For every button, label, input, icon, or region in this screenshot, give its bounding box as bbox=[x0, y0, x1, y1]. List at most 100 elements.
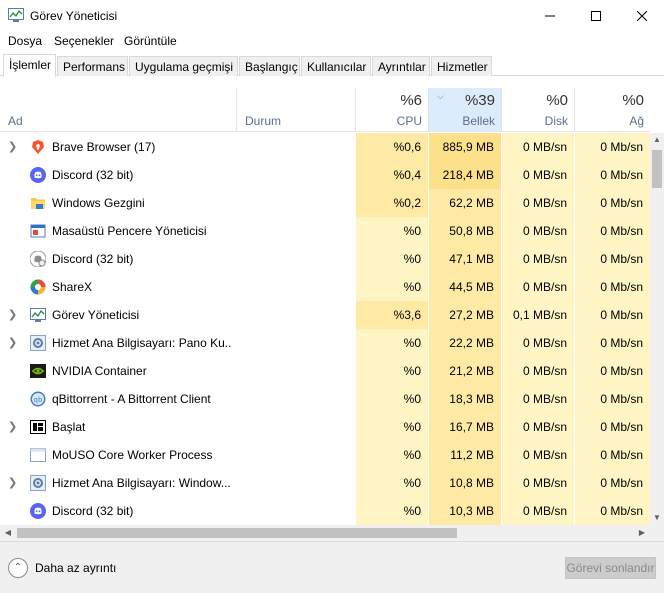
service-host-icon bbox=[30, 475, 46, 491]
process-row[interactable]: ❯ Hizmet Ana Bilgisayarı: Window... %0 10,8… bbox=[0, 469, 650, 497]
close-button[interactable] bbox=[619, 0, 664, 31]
minimize-button[interactable] bbox=[527, 0, 573, 31]
process-status bbox=[237, 469, 355, 497]
window-title: Görev Yöneticisi bbox=[30, 9, 118, 23]
process-disk: 0 MB/sn bbox=[502, 497, 574, 525]
folder-icon bbox=[30, 195, 46, 211]
process-status bbox=[237, 497, 355, 525]
tab-startup[interactable]: Başlangıç bbox=[239, 56, 300, 76]
process-network: 0 Mb/sn bbox=[575, 441, 650, 469]
process-row[interactable]: qb qBittorrent - A Bittorrent Client %0 18,… bbox=[0, 385, 650, 413]
process-network: 0 Mb/sn bbox=[575, 217, 650, 245]
process-network: 0 Mb/sn bbox=[575, 245, 650, 273]
chevron-right-icon[interactable]: ❯ bbox=[8, 329, 17, 357]
process-status bbox=[237, 245, 355, 273]
process-disk: 0 MB/sn bbox=[502, 385, 574, 413]
process-cpu: %0,6 bbox=[356, 133, 428, 161]
scroll-right-icon[interactable]: ▶ bbox=[634, 525, 650, 541]
tab-processes[interactable]: İşlemler bbox=[3, 54, 56, 77]
menu-options[interactable]: Seçenekler bbox=[54, 34, 114, 48]
nvidia-icon bbox=[30, 363, 46, 379]
process-disk: 0 MB/sn bbox=[502, 133, 574, 161]
column-cpu[interactable]: %6 CPU bbox=[356, 88, 428, 132]
process-network: 0 Mb/sn bbox=[575, 133, 650, 161]
column-status[interactable]: Durum bbox=[237, 88, 355, 132]
process-row[interactable]: ❯ Görev Yöneticisi %3,6 27,2 MB 0,1 MB/sn 0 M… bbox=[0, 301, 650, 329]
column-disk[interactable]: %0 Disk bbox=[502, 88, 574, 132]
maximize-button[interactable] bbox=[573, 0, 619, 31]
process-cpu: %0,4 bbox=[356, 161, 428, 189]
process-cpu: %0 bbox=[356, 217, 428, 245]
process-status bbox=[237, 413, 355, 441]
process-row[interactable]: Windows Gezgini %0,2 62,2 MB 0 MB/sn 0 Mb/sn bbox=[0, 189, 650, 217]
process-disk: 0 MB/sn bbox=[502, 161, 574, 189]
process-cpu: %0 bbox=[356, 385, 428, 413]
process-row[interactable]: Masaüstü Pencere Yöneticisi %0 50,8 MB 0 MB… bbox=[0, 217, 650, 245]
process-row[interactable]: ❯ Hizmet Ana Bilgisayarı: Pano Ku... %0 22,… bbox=[0, 329, 650, 357]
process-status bbox=[237, 329, 355, 357]
process-name: Görev Yöneticisi bbox=[52, 308, 140, 322]
sharex-icon bbox=[30, 279, 46, 295]
column-name[interactable]: Ad bbox=[0, 88, 236, 132]
scroll-up-icon[interactable]: ▲ bbox=[650, 133, 664, 147]
tab-performance[interactable]: Performans bbox=[57, 56, 128, 76]
sort-descending-icon: ⌵ bbox=[437, 91, 444, 101]
process-row[interactable]: ❯ Başlat %0 16,7 MB 0 MB/sn 0 Mb/sn bbox=[0, 413, 650, 441]
tab-app-history[interactable]: Uygulama geçmişi bbox=[129, 56, 238, 76]
scroll-left-icon[interactable]: ◀ bbox=[0, 525, 16, 541]
qbittorrent-icon: qb bbox=[30, 391, 46, 407]
process-memory: 218,4 MB bbox=[429, 161, 501, 189]
vertical-scroll-thumb[interactable] bbox=[652, 150, 662, 188]
process-memory: 50,8 MB bbox=[429, 217, 501, 245]
process-status bbox=[237, 161, 355, 189]
process-status bbox=[237, 273, 355, 301]
process-row[interactable]: ShareX %0 44,5 MB 0 MB/sn 0 Mb/sn bbox=[0, 273, 650, 301]
process-row[interactable]: Discord (32 bit) %0 47,1 MB 0 MB/sn 0 Mb/sn bbox=[0, 245, 650, 273]
process-row[interactable]: MoUSO Core Worker Process %0 11,2 MB 0 MB/s… bbox=[0, 441, 650, 469]
menu-bar: Dosya Seçenekler Görüntüle bbox=[0, 31, 664, 51]
generic-app-icon bbox=[30, 447, 46, 463]
process-list: ❯ Brave Browser (17) %0,6 885,9 MB 0 MB/sn 0 … bbox=[0, 133, 650, 525]
process-cpu: %0 bbox=[356, 413, 428, 441]
process-memory: 885,9 MB bbox=[429, 133, 501, 161]
scroll-down-icon[interactable]: ▼ bbox=[650, 511, 664, 525]
process-row[interactable]: NVIDIA Container %0 21,2 MB 0 MB/sn 0 Mb/sn bbox=[0, 357, 650, 385]
process-row[interactable]: Discord (32 bit) %0,4 218,4 MB 0 MB/sn 0 Mb/… bbox=[0, 161, 650, 189]
process-cpu: %0 bbox=[356, 469, 428, 497]
process-disk: 0 MB/sn bbox=[502, 329, 574, 357]
service-host-icon bbox=[30, 335, 46, 351]
menu-file[interactable]: Dosya bbox=[8, 34, 42, 48]
process-row[interactable]: Discord (32 bit) %0 10,3 MB 0 MB/sn 0 Mb/sn bbox=[0, 497, 650, 525]
chevron-right-icon[interactable]: ❯ bbox=[8, 133, 17, 161]
tab-users[interactable]: Kullanıcılar bbox=[301, 56, 371, 76]
tab-details[interactable]: Ayrıntılar bbox=[372, 56, 430, 76]
fewer-details-link[interactable]: Daha az ayrıntı bbox=[35, 561, 116, 575]
process-memory: 44,5 MB bbox=[429, 273, 501, 301]
menu-view[interactable]: Görüntüle bbox=[124, 34, 177, 48]
vertical-scrollbar[interactable]: ▲ ▼ bbox=[650, 133, 664, 525]
chevron-right-icon[interactable]: ❯ bbox=[8, 413, 17, 441]
process-status bbox=[237, 385, 355, 413]
horizontal-scrollbar[interactable]: ◀ ▶ bbox=[0, 525, 650, 541]
process-row[interactable]: ❯ Brave Browser (17) %0,6 885,9 MB 0 MB/sn 0 … bbox=[0, 133, 650, 161]
column-memory[interactable]: ⌵ %39 Bellek bbox=[429, 88, 501, 132]
process-name: Discord (32 bit) bbox=[52, 252, 134, 266]
process-cpu: %0,2 bbox=[356, 189, 428, 217]
close-icon bbox=[637, 10, 647, 21]
column-network[interactable]: %0 Ağ bbox=[575, 88, 650, 132]
end-task-button[interactable]: Görevi sonlandır bbox=[565, 557, 656, 579]
process-network: 0 Mb/sn bbox=[575, 385, 650, 413]
process-cpu: %0 bbox=[356, 329, 428, 357]
process-name: Discord (32 bit) bbox=[52, 168, 134, 182]
tab-services[interactable]: Hizmetler bbox=[431, 56, 492, 76]
chevron-right-icon[interactable]: ❯ bbox=[8, 301, 17, 329]
chevron-right-icon[interactable]: ❯ bbox=[8, 469, 17, 497]
process-name: Hizmet Ana Bilgisayarı: Window... bbox=[52, 476, 231, 490]
column-memory-label: Bellek bbox=[462, 114, 495, 128]
maximize-icon bbox=[591, 10, 601, 21]
horizontal-scroll-thumb[interactable] bbox=[17, 528, 457, 538]
process-disk: 0,1 MB/sn bbox=[502, 301, 574, 329]
process-network: 0 Mb/sn bbox=[575, 469, 650, 497]
chevron-up-icon[interactable]: ⌃ bbox=[8, 558, 28, 578]
process-name: Başlat bbox=[52, 420, 86, 434]
